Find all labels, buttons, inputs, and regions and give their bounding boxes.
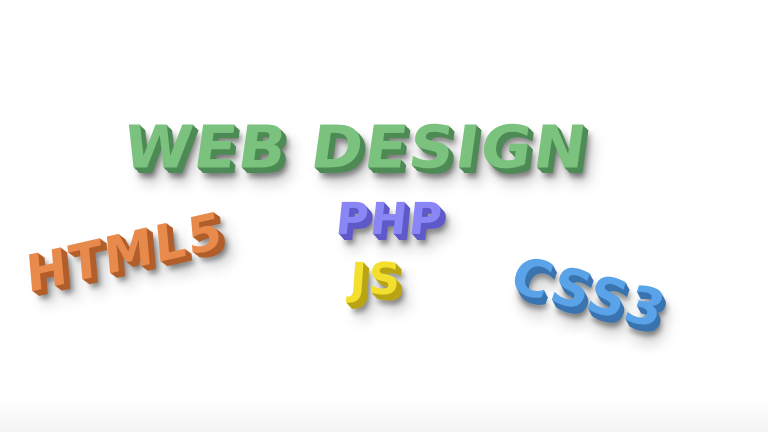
web-design-3d-text: WEB DESIGN	[119, 112, 593, 182]
js-3d-text: JS	[348, 254, 404, 305]
html5-3d-text: HTML5	[23, 200, 226, 305]
scene: WEB DESIGN PHP JS HTML5 CSS3	[0, 0, 768, 432]
css3-3d-text: CSS3	[502, 246, 675, 341]
php-3d-text: PHP	[333, 194, 447, 245]
